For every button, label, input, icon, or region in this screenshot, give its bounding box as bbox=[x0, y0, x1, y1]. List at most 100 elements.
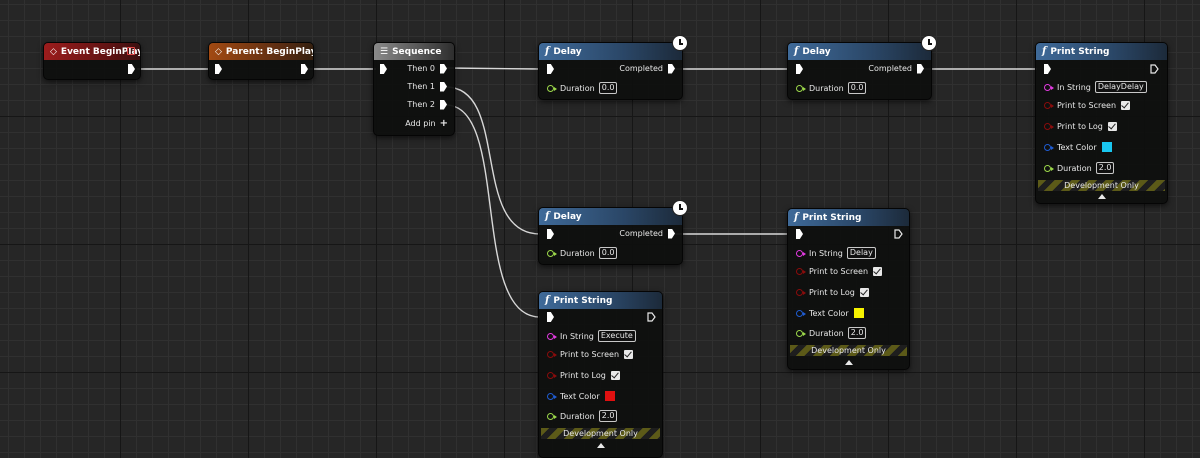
duration-input-pin[interactable]: Duration 2.0 bbox=[547, 410, 618, 422]
float-pin-icon bbox=[547, 249, 557, 257]
collapse-arrow-icon[interactable] bbox=[596, 443, 605, 448]
collapse-arrow-icon[interactable] bbox=[1097, 194, 1106, 199]
duration-input-pin[interactable]: Duration 2.0 bbox=[1044, 162, 1115, 174]
text-color-swatch[interactable] bbox=[604, 391, 615, 401]
sequence-output-then-2[interactable]: Then 2 bbox=[407, 100, 440, 109]
exec-output-pin[interactable] bbox=[1150, 64, 1159, 74]
bool-pin-icon bbox=[1044, 102, 1054, 109]
print-to-log-pin[interactable]: Print to Log bbox=[796, 288, 869, 297]
text-color-swatch[interactable] bbox=[853, 308, 864, 318]
event-beginplay-node[interactable]: ◇ Event BeginPlay bbox=[43, 42, 141, 80]
node-header[interactable]: ☰ Sequence bbox=[374, 43, 454, 60]
print-to-screen-pin[interactable]: Print to Screen bbox=[547, 350, 634, 359]
delay-node[interactable]: f Delay Completed Duration 0.0 bbox=[787, 42, 932, 100]
in-string-pin[interactable]: In String DelayDelay bbox=[1044, 81, 1147, 93]
add-pin-label: Add pin bbox=[405, 119, 436, 128]
delay-node[interactable]: f Delay Completed Duration 0.0 bbox=[538, 207, 683, 265]
development-only-bar: Development Only bbox=[1038, 180, 1165, 191]
node-header[interactable]: f Print String bbox=[788, 209, 909, 226]
float-pin-icon bbox=[796, 329, 806, 337]
exec-output-pin[interactable] bbox=[647, 312, 656, 322]
node-title: Parent: BeginPlay bbox=[225, 46, 313, 57]
bool-pin-icon bbox=[1044, 123, 1054, 130]
exec-outline-icon bbox=[647, 312, 656, 322]
text-color-swatch[interactable] bbox=[1101, 142, 1112, 152]
print-to-log-checkbox[interactable] bbox=[610, 371, 620, 380]
text-color-pin[interactable]: Text Color bbox=[547, 391, 615, 401]
in-string-pin[interactable]: In String Execute bbox=[547, 330, 636, 342]
parent-beginplay-node[interactable]: ◇ Parent: BeginPlay bbox=[208, 42, 314, 80]
pin-label: Print to Log bbox=[1057, 122, 1103, 131]
node-title: Delay bbox=[802, 46, 831, 57]
text-color-pin[interactable]: Text Color bbox=[1044, 142, 1112, 152]
node-header[interactable]: f Print String bbox=[1036, 43, 1167, 60]
in-string-field[interactable]: DelayDelay bbox=[1094, 81, 1147, 93]
text-color-pin[interactable]: Text Color bbox=[796, 308, 864, 318]
exec-outline-icon bbox=[894, 229, 903, 239]
function-icon: f bbox=[545, 46, 550, 57]
duration-field[interactable]: 0.0 bbox=[847, 82, 867, 94]
duration-field[interactable]: 0.0 bbox=[598, 247, 618, 259]
duration-input-pin[interactable]: Duration 0.0 bbox=[547, 82, 618, 94]
exec-wire bbox=[445, 67, 541, 70]
print-to-log-checkbox[interactable] bbox=[859, 288, 869, 297]
node-header[interactable]: f Delay bbox=[539, 208, 682, 225]
bool-pin-icon bbox=[796, 289, 806, 296]
add-pin-button[interactable]: Add pin + bbox=[405, 118, 448, 129]
in-string-field[interactable]: Delay bbox=[846, 247, 876, 259]
duration-input-pin[interactable]: Duration 0.0 bbox=[796, 82, 867, 94]
print-to-screen-checkbox[interactable] bbox=[624, 350, 634, 359]
pin-label: In String bbox=[1057, 82, 1091, 92]
duration-field[interactable]: 2.0 bbox=[847, 327, 867, 339]
bool-pin-icon bbox=[796, 268, 806, 275]
dev-only-label: Development Only bbox=[563, 429, 638, 438]
node-header[interactable]: f Delay bbox=[539, 43, 682, 60]
sequence-node[interactable]: ☰ Sequence Then 0 Then 1 Then 2 Add pin + bbox=[373, 42, 455, 136]
in-string-field[interactable]: Execute bbox=[597, 330, 636, 342]
print-to-screen-pin[interactable]: Print to Screen bbox=[796, 267, 883, 276]
float-pin-icon bbox=[1044, 164, 1054, 172]
node-header[interactable]: ◇ Event BeginPlay bbox=[44, 43, 140, 60]
plus-icon: + bbox=[439, 118, 448, 129]
pin-label: Print to Screen bbox=[809, 267, 869, 276]
print-string-node[interactable]: f Print String In String Delay Print to … bbox=[787, 208, 910, 370]
node-title: Print String bbox=[553, 295, 613, 306]
print-to-log-pin[interactable]: Print to Log bbox=[1044, 122, 1117, 131]
pin-label: Then 0 bbox=[407, 64, 435, 73]
bool-pin-icon bbox=[547, 372, 557, 379]
print-to-screen-checkbox[interactable] bbox=[1121, 101, 1131, 110]
print-to-log-checkbox[interactable] bbox=[1107, 122, 1117, 131]
sequence-output-then-0[interactable]: Then 0 bbox=[407, 64, 440, 73]
print-to-log-pin[interactable]: Print to Log bbox=[547, 371, 620, 380]
completed-output-pin[interactable]: Completed bbox=[619, 229, 668, 238]
duration-field[interactable]: 2.0 bbox=[598, 410, 618, 422]
exec-output-pin[interactable] bbox=[894, 229, 903, 239]
completed-output-pin[interactable]: Completed bbox=[868, 64, 917, 73]
sequence-output-then-1[interactable]: Then 1 bbox=[407, 82, 440, 91]
node-header[interactable]: f Delay bbox=[788, 43, 931, 60]
delay-node[interactable]: f Delay Completed Duration 0.0 bbox=[538, 42, 683, 100]
node-header[interactable]: ◇ Parent: BeginPlay bbox=[209, 43, 313, 60]
pin-label: Then 1 bbox=[407, 82, 435, 91]
color-pin-icon bbox=[1044, 143, 1054, 151]
print-to-screen-checkbox[interactable] bbox=[873, 267, 883, 276]
node-header[interactable]: f Print String bbox=[539, 292, 662, 309]
completed-output-pin[interactable]: Completed bbox=[619, 64, 668, 73]
float-pin-icon bbox=[547, 412, 557, 420]
bool-pin-icon bbox=[547, 351, 557, 358]
duration-input-pin[interactable]: Duration 2.0 bbox=[796, 327, 867, 339]
pin-label: In String bbox=[560, 331, 594, 341]
print-to-screen-pin[interactable]: Print to Screen bbox=[1044, 101, 1131, 110]
duration-input-pin[interactable]: Duration 0.0 bbox=[547, 247, 618, 259]
node-title: Sequence bbox=[392, 46, 442, 57]
duration-field[interactable]: 2.0 bbox=[1095, 162, 1115, 174]
print-string-node[interactable]: f Print String In String DelayDelay Prin… bbox=[1035, 42, 1168, 204]
print-string-node[interactable]: f Print String In String Execute Print t… bbox=[538, 291, 663, 458]
replicate-icon bbox=[127, 47, 135, 55]
in-string-pin[interactable]: In String Delay bbox=[796, 247, 876, 259]
dev-only-label: Development Only bbox=[1064, 181, 1139, 190]
string-pin-icon bbox=[547, 332, 557, 340]
collapse-arrow-icon[interactable] bbox=[844, 360, 853, 365]
duration-field[interactable]: 0.0 bbox=[598, 82, 618, 94]
string-pin-icon bbox=[796, 249, 806, 257]
